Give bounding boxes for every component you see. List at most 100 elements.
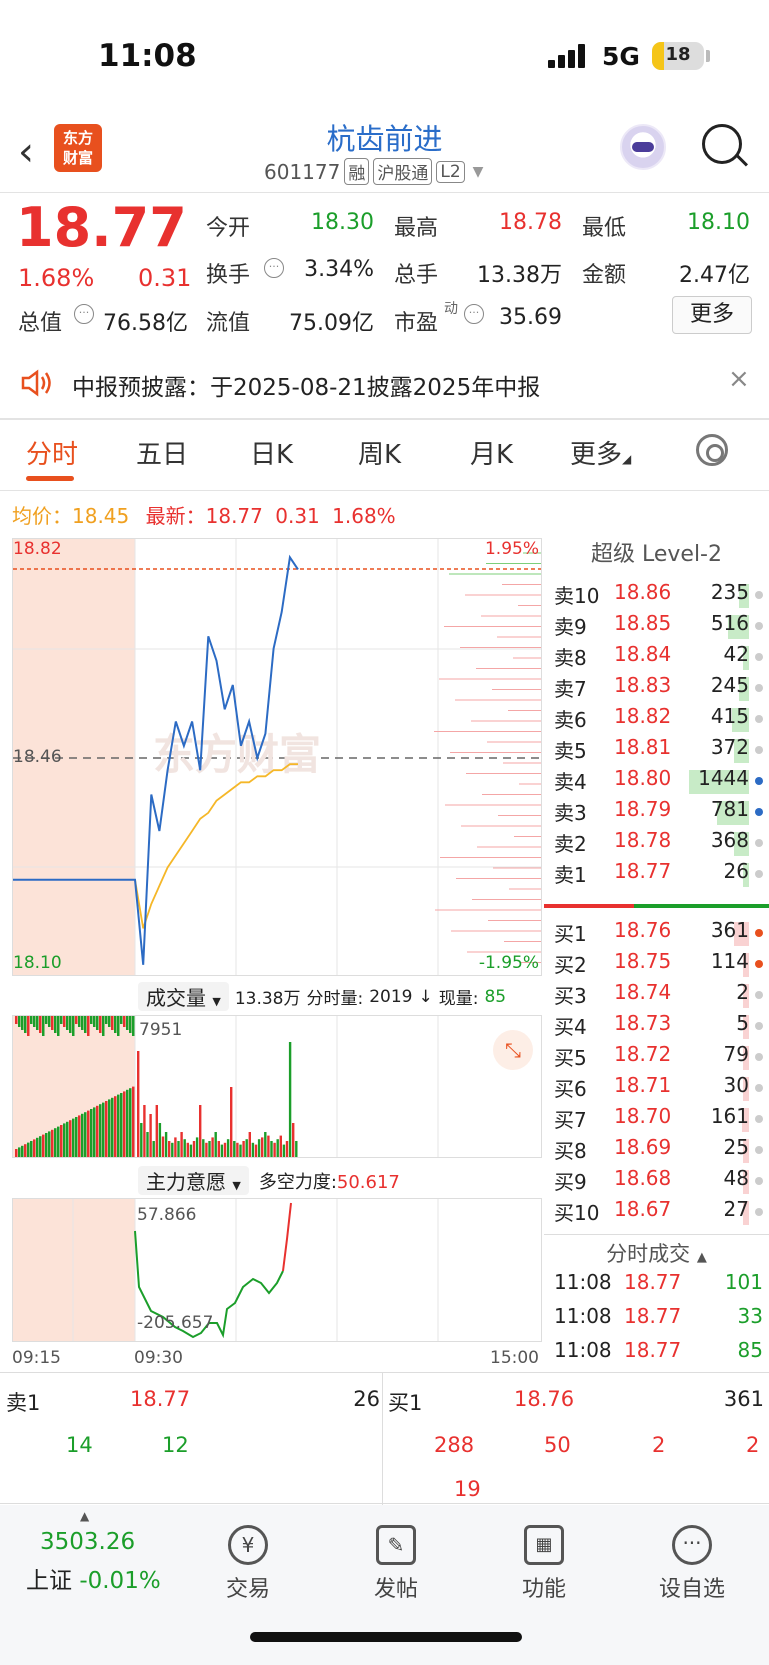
level-label: 买5: [554, 1046, 587, 1070]
level-qty: 5: [736, 1011, 749, 1035]
queue-bid-qty: 361: [723, 1387, 764, 1411]
nav-trade[interactable]: ¥ 交易: [198, 1525, 298, 1603]
expand-icon[interactable]: ⤡: [493, 1030, 533, 1070]
home-indicator: [250, 1632, 522, 1642]
volume-bar: [93, 1107, 96, 1157]
info-icon[interactable]: ···: [74, 304, 94, 324]
force-indicator-select[interactable]: 主力意愿 ▼: [138, 1166, 249, 1195]
bid-row[interactable]: 买7 18.70 161: [544, 1104, 769, 1135]
ask-row[interactable]: 卖5 18.81 372: [544, 735, 769, 766]
status-dot: [755, 777, 763, 785]
ask-row[interactable]: 卖8 18.84 42: [544, 642, 769, 673]
volume-bar: [93, 1016, 96, 1027]
tab-daily-k[interactable]: 日K: [250, 434, 293, 471]
intraday-chart[interactable]: 东方财富 18.82 18.46 18.10 1.95% -1.95%: [12, 538, 542, 976]
volume-chart-svg: [15, 1016, 439, 1157]
level-price: 18.71: [614, 1073, 672, 1097]
volume-bar: [180, 1132, 183, 1157]
ask-row[interactable]: 卖6 18.82 415: [544, 704, 769, 735]
volume-bar: [63, 1123, 66, 1157]
ask-row[interactable]: 卖10 18.86 235: [544, 580, 769, 611]
bid-row[interactable]: 买8 18.69 25: [544, 1135, 769, 1166]
assistant-robot-icon[interactable]: [620, 124, 666, 170]
status-dot: [755, 991, 763, 999]
notice-bar[interactable]: 中报预披露：于2025-08-21披露2025年中报 ×: [0, 348, 769, 418]
level-price: 18.68: [614, 1166, 672, 1190]
level-qty: 781: [710, 797, 749, 821]
volume-chart[interactable]: 7951 ⤡: [12, 1015, 542, 1158]
bid-row[interactable]: 买6 18.71 30: [544, 1073, 769, 1104]
tab-monthly-k[interactable]: 月K: [470, 434, 513, 471]
now-volume: 85: [484, 986, 507, 1007]
volume-bar: [114, 1096, 117, 1157]
level-price: 18.84: [614, 642, 672, 666]
status-dot: [755, 1177, 763, 1185]
force-header: 主力意愿 ▼ 多空力度:50.617: [138, 1166, 400, 1195]
nav-post[interactable]: ✎ 发帖: [346, 1525, 446, 1603]
network-label: 5G: [602, 42, 640, 71]
bid-row[interactable]: 买2 18.75 114: [544, 949, 769, 980]
ask-row[interactable]: 卖2 18.78 368: [544, 828, 769, 859]
trade-row: 11:08 18.77 85: [544, 1338, 769, 1369]
bid-row[interactable]: 买1 18.76 361: [544, 918, 769, 949]
volume-bar: [45, 1016, 48, 1024]
queue-bid-price: 18.76: [514, 1387, 575, 1411]
volume-bar: [220, 1144, 224, 1157]
volume-bar: [264, 1132, 267, 1157]
edit-icon: ✎: [376, 1525, 416, 1565]
volume-bar: [143, 1105, 146, 1157]
ask-row[interactable]: 卖4 18.80 1444: [544, 766, 769, 797]
volume-bar: [239, 1144, 242, 1157]
ask-row[interactable]: 卖9 18.85 516: [544, 611, 769, 642]
status-dot: [755, 1053, 763, 1061]
ask-row[interactable]: 卖3 18.79 781: [544, 797, 769, 828]
level-qty: 79: [723, 1042, 749, 1066]
more-button[interactable]: 更多: [672, 296, 752, 334]
more-dots-icon: ···: [672, 1525, 712, 1565]
mcap-value: 76.58亿: [103, 311, 188, 336]
queue-bid-order: 50: [544, 1433, 571, 1457]
volume-bar: [78, 1115, 81, 1157]
bid-row[interactable]: 买4 18.73 5: [544, 1011, 769, 1042]
volume-bar: [108, 1016, 111, 1027]
index-value[interactable]: 3503.26: [40, 1529, 135, 1555]
queue-bid-label: 买1: [388, 1391, 423, 1415]
nav-add-watchlist[interactable]: ··· 设自选: [642, 1525, 742, 1603]
volume-bar: [81, 1113, 84, 1157]
close-icon[interactable]: ×: [728, 364, 750, 394]
index-row[interactable]: 上证 -0.01%: [26, 1561, 161, 1595]
tab-five-day[interactable]: 五日: [136, 434, 188, 471]
gear-icon[interactable]: [696, 434, 728, 466]
level-qty: 361: [710, 918, 749, 942]
volume-bar: [18, 1016, 21, 1027]
volume-bar: [211, 1137, 214, 1157]
volume-bar: [69, 1016, 72, 1033]
trade-price: 18.77: [624, 1338, 682, 1362]
trade-price: 18.77: [624, 1270, 682, 1294]
volume-bar: [90, 1016, 93, 1024]
volume-indicator-select[interactable]: 成交量 ▼: [138, 982, 229, 1011]
ask-row[interactable]: 卖1 18.77 26: [544, 859, 769, 890]
volume-max-label: 7951: [139, 1020, 183, 1040]
bid-row[interactable]: 买3 18.74 2: [544, 980, 769, 1011]
bid-row[interactable]: 买10 18.67 27: [544, 1197, 769, 1228]
stock-code-row[interactable]: 601177 融 沪股通 L2 ▼: [264, 158, 483, 185]
watermark: 东方财富: [153, 730, 321, 779]
search-icon[interactable]: [702, 124, 742, 164]
chevron-up-icon[interactable]: ▲: [80, 1509, 89, 1523]
volume-total: 13.38万: [234, 989, 301, 1009]
volume-bar: [45, 1133, 48, 1157]
tab-intraday[interactable]: 分时: [26, 434, 78, 471]
info-icon[interactable]: ···: [264, 258, 284, 278]
ask-row[interactable]: 卖7 18.83 245: [544, 673, 769, 704]
volume-bar: [105, 1101, 108, 1157]
force-chart[interactable]: 57.866 -205.657: [12, 1198, 542, 1342]
bid-row[interactable]: 买5 18.72 79: [544, 1042, 769, 1073]
queue-bid-order: 288: [434, 1433, 475, 1457]
tab-more[interactable]: 更多◢: [570, 434, 631, 471]
level-qty: 1444: [698, 766, 749, 790]
tab-weekly-k[interactable]: 周K: [358, 434, 401, 471]
bid-row[interactable]: 买9 18.68 48: [544, 1166, 769, 1197]
nav-functions[interactable]: ▦ 功能: [494, 1525, 594, 1603]
volume-bar: [99, 1104, 102, 1157]
